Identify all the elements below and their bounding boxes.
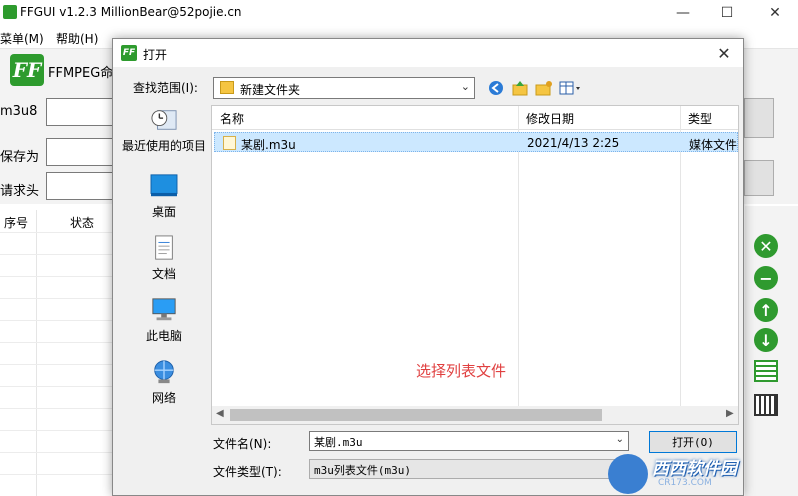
- new-folder-icon[interactable]: [535, 79, 553, 97]
- dialog-titlebar: [113, 39, 743, 67]
- lookin-value: 新建文件夹: [240, 83, 301, 97]
- grid-header-index: 序号: [4, 216, 29, 230]
- filename-value: 某剧.m3u: [314, 436, 363, 449]
- grid-row: [0, 386, 112, 387]
- m3u8-input[interactable]: [46, 98, 116, 126]
- chevron-down-icon: ⌄: [460, 80, 470, 93]
- grid-header-status: 状态: [70, 216, 95, 230]
- grid-row: [0, 342, 112, 343]
- watermark-sub: CR173.COM: [658, 478, 712, 488]
- filename-input[interactable]: 某剧.m3u ⌄: [309, 431, 629, 451]
- site-watermark: 西西软件园 CR173.COM: [598, 448, 798, 496]
- saveas-input[interactable]: [46, 138, 116, 166]
- grid-row: [0, 254, 112, 255]
- back-icon[interactable]: [487, 79, 505, 97]
- grid-row: [0, 320, 112, 321]
- saveas-label: 保存为: [0, 150, 40, 165]
- dialog-close-button[interactable]: ✕: [709, 41, 739, 65]
- dialog-app-icon: FF: [121, 45, 137, 61]
- chevron-down-icon[interactable]: ⌄: [616, 434, 624, 445]
- menu-main[interactable]: 菜单(M): [0, 30, 44, 47]
- column-name[interactable]: 名称: [220, 110, 244, 127]
- scrollbar-thumb[interactable]: [230, 409, 602, 421]
- computer-icon: [152, 298, 176, 321]
- watermark-logo-icon: [608, 454, 648, 494]
- view-menu-icon[interactable]: [559, 79, 585, 97]
- m3u8-label: m3u8: [0, 104, 38, 119]
- ffgui-logo: FF: [10, 54, 44, 86]
- grid-row: [0, 298, 112, 299]
- right-action-button[interactable]: [744, 98, 774, 138]
- column-modified[interactable]: 修改日期: [526, 110, 574, 127]
- recent-icon: [151, 110, 177, 130]
- place-documents-label: 文档: [151, 267, 176, 281]
- grid-row: [0, 452, 112, 453]
- grid-row: [0, 430, 112, 431]
- place-recent-label: 最近使用的项目: [121, 139, 206, 153]
- scroll-left-icon[interactable]: ◀: [216, 408, 224, 419]
- sort-arrow-icon: ^: [362, 105, 371, 111]
- file-row[interactable]: 某剧.m3u 2021/4/13 2:25 媒体文件(: [214, 132, 738, 152]
- network-icon: [154, 360, 174, 384]
- grid-divider: [36, 210, 37, 496]
- file-name: 某剧.m3u: [241, 138, 296, 152]
- minimize-button[interactable]: —: [660, 0, 706, 26]
- app-name: FFMPEG命: [48, 66, 114, 81]
- grid-row: [0, 276, 112, 277]
- dialog-title: 打开: [143, 48, 168, 62]
- headers-label: 请求头: [0, 184, 40, 199]
- lookin-label: 查找范围(I):: [133, 81, 198, 95]
- file-icon: [223, 136, 236, 150]
- grid-row: [0, 232, 112, 233]
- app-icon: [3, 5, 17, 19]
- place-computer[interactable]: 此电脑: [119, 297, 209, 344]
- place-computer-label: 此电脑: [145, 329, 182, 343]
- minus-icon[interactable]: −: [754, 266, 778, 290]
- move-down-icon[interactable]: ↓: [754, 328, 778, 352]
- grid-row: [0, 408, 112, 409]
- lookin-combo[interactable]: 新建文件夹 ⌄: [213, 77, 475, 99]
- watermark-text: 西西软件园: [652, 459, 737, 479]
- maximize-button[interactable]: ☐: [704, 0, 750, 26]
- file-modified: 2021/4/13 2:25: [527, 136, 620, 150]
- place-network-label: 网络: [151, 391, 176, 405]
- folder-icon: [220, 81, 234, 94]
- list-icon[interactable]: [754, 360, 778, 382]
- place-recent[interactable]: 最近使用的项目: [119, 107, 209, 154]
- horizontal-scrollbar[interactable]: ◀ ▶: [212, 406, 738, 424]
- file-type: 媒体文件(: [689, 138, 739, 152]
- filetype-label: 文件类型(T):: [213, 465, 282, 479]
- open-dialog: FF 打开 ✕ 查找范围(I): 新建文件夹 ⌄ 最近使用的项目 桌面 文档 此…: [112, 38, 744, 496]
- places-bar: 最近使用的项目 桌面 文档 此电脑 网络: [119, 105, 209, 405]
- column-header: [212, 106, 738, 130]
- documents-icon: [155, 235, 173, 260]
- filetype-value: m3u列表文件(m3u): [314, 464, 411, 477]
- app-title: FFGUI v1.2.3 MillionBear@52pojie.cn: [20, 5, 242, 19]
- filetype-select[interactable]: m3u列表文件(m3u): [309, 459, 629, 479]
- desktop-icon: [150, 174, 178, 197]
- scroll-right-icon[interactable]: ▶: [726, 408, 734, 419]
- file-list[interactable]: ^ 名称 修改日期 类型 某剧.m3u 2021/4/13 2:25 媒体文件(…: [211, 105, 739, 425]
- menu-help[interactable]: 帮助(H): [56, 30, 98, 47]
- grid-row: [0, 474, 112, 475]
- right-action-button-2[interactable]: [744, 160, 774, 196]
- place-desktop[interactable]: 桌面: [119, 173, 209, 220]
- move-up-icon[interactable]: ↑: [754, 298, 778, 322]
- film-icon[interactable]: [754, 394, 778, 416]
- up-folder-icon[interactable]: [511, 79, 529, 97]
- annotation-text: 选择列表文件: [416, 362, 507, 380]
- place-documents[interactable]: 文档: [119, 235, 209, 282]
- place-network[interactable]: 网络: [119, 359, 209, 406]
- headers-input[interactable]: [46, 172, 116, 200]
- filename-label: 文件名(N):: [213, 437, 272, 451]
- close-app-button[interactable]: ✕: [752, 0, 798, 26]
- remove-icon[interactable]: ✕: [754, 234, 778, 258]
- place-desktop-label: 桌面: [151, 205, 176, 219]
- grid-row: [0, 364, 112, 365]
- column-type[interactable]: 类型: [688, 110, 712, 127]
